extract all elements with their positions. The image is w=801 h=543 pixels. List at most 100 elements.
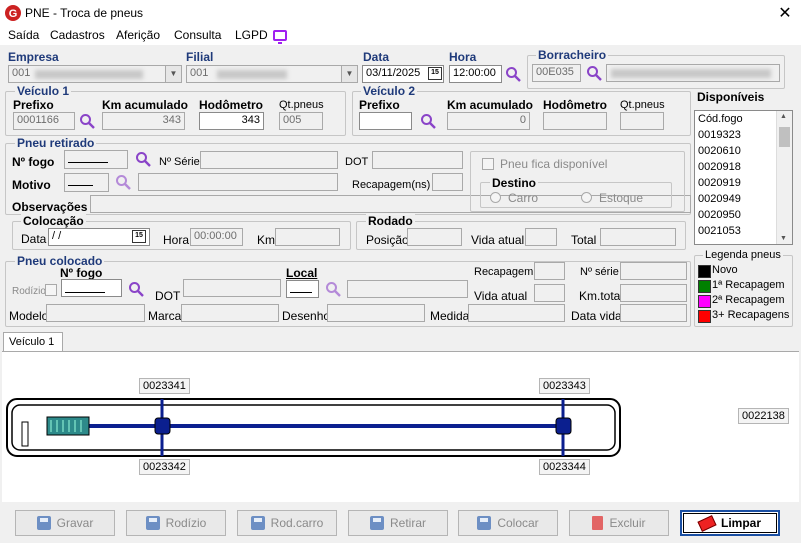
veiculo1-title: Veículo 1 [15,84,72,98]
save-icon [477,516,492,530]
menu-consulta[interactable]: Consulta [174,28,221,42]
colocado-medida-input [468,304,565,322]
veiculo2-title: Veículo 2 [361,84,418,98]
empresa-select[interactable]: 001 ▼ [8,65,182,83]
legend-label: 1ª Recapagem [712,279,785,291]
retirado-motivo-label: Motivo [12,178,51,192]
legenda-title: Legenda pneus [703,249,783,261]
tire-front-top[interactable]: 0023341 [139,378,190,394]
borracheiro-name-input[interactable] [606,64,780,82]
hora-input[interactable]: 12:00:00 [449,65,502,83]
list-item[interactable]: 0020949 [698,193,741,205]
v1-qtpneus-label: Qt.pneus [279,99,324,111]
search-icon[interactable] [128,281,144,297]
search-icon[interactable] [325,281,341,297]
search-icon[interactable] [115,174,131,190]
colocado-nserie-label: Nº série [580,266,619,278]
colocar-button[interactable]: Colocar [458,510,558,536]
colocacao-hora-input: 00:00:00 [190,228,243,246]
colocado-modelo-input [46,304,145,322]
search-icon[interactable] [420,113,436,129]
v2-prefixo-input[interactable] [359,112,412,130]
tire-front-bottom[interactable]: 0023342 [139,459,190,475]
chevron-down-icon[interactable]: ▼ [780,235,787,242]
chevron-up-icon[interactable]: ▲ [780,113,787,120]
retirado-nserie-input [200,151,338,169]
fica-disponivel-checkbox[interactable] [482,158,494,170]
retirado-motivo-input[interactable] [64,173,109,192]
scroll-thumb[interactable] [779,127,790,147]
colocado-dot-label: DOT [155,289,181,303]
v1-prefixo-input[interactable]: 0001166 [13,112,75,130]
save-icon [36,516,51,530]
menu-saida[interactable]: Saída [8,28,39,42]
tire-spare[interactable]: 0022138 [738,408,789,424]
search-icon[interactable] [79,113,95,129]
list-scrollbar[interactable]: ▲ ▼ [776,111,792,244]
calendar-icon[interactable]: 15 [132,230,146,243]
chevron-down-icon[interactable]: ▼ [341,66,357,82]
v2-km-input: 0 [447,112,530,130]
colocado-desenho-input [327,304,425,322]
colocado-vida-input [534,284,565,302]
disponiveis-list[interactable]: Cód.fogo 0019323 0020610 0020918 0020919… [694,110,793,245]
legend-swatch [698,265,711,278]
window-title: PNE - Troca de pneus [25,6,144,20]
borracheiro-code-input[interactable]: 00E035 [532,64,581,82]
menu-lgpd[interactable]: LGPD [235,28,268,42]
gravar-button[interactable]: Gravar [15,510,115,536]
retirar-button[interactable]: Retirar [348,510,448,536]
legend-swatch [698,310,711,323]
colocado-local-label: Local [286,266,318,280]
colocado-datavida-input [620,304,687,322]
search-icon[interactable] [135,151,151,167]
rod-carro-button[interactable]: Rod.carro [237,510,337,536]
data-label: Data [363,50,390,64]
tab-veiculo1[interactable]: Veículo 1 [3,332,63,352]
save-icon [145,516,160,530]
colocado-nfogo-input[interactable] [61,279,122,297]
monitor-icon[interactable] [273,30,287,44]
list-item[interactable]: 0020950 [698,209,741,221]
menu-afericao[interactable]: Aferição [116,28,160,42]
colocacao-title: Colocação [21,214,86,228]
search-icon[interactable] [505,66,521,82]
rodizio-checkbox[interactable] [45,284,57,296]
colocado-modelo-label: Modelo [9,309,49,323]
filial-select[interactable]: 001 ▼ [186,65,358,83]
estoque-radio[interactable] [581,192,592,203]
carro-radio[interactable] [490,192,501,203]
list-item[interactable]: 0019323 [698,129,741,141]
colocado-desenho-label: Desenho [282,309,331,323]
legend-label: 2ª Recapagem [712,294,785,306]
excluir-button[interactable]: Excluir [569,510,669,536]
search-icon[interactable] [586,65,602,81]
limpar-button[interactable]: Limpar [680,510,780,536]
list-item[interactable]: 0020919 [698,177,741,189]
list-item[interactable]: 0021053 [698,225,741,237]
list-header: Cód.fogo [698,113,743,125]
menu-cadastros[interactable]: Cadastros [50,28,105,42]
retirado-recap-input [432,173,463,191]
retirado-dot-input [372,151,463,169]
tire-rear-bottom[interactable]: 0023344 [539,459,590,475]
filial-label: Filial [186,50,214,64]
legend-swatch [698,280,711,293]
colocado-marca-label: Marca [148,309,182,323]
legend-swatch [698,295,711,308]
list-item[interactable]: 0020610 [698,145,741,157]
chevron-down-icon[interactable]: ▼ [165,66,181,82]
trash-icon [592,516,604,530]
v1-hodometro-input[interactable]: 343 [199,112,264,130]
calendar-icon[interactable]: 15 [428,67,442,80]
legend-label: 3+ Recapagens [712,309,790,321]
colocado-datavida-label: Data vida [571,309,622,323]
close-icon[interactable]: ✕ [776,3,794,23]
rodado-total-input [600,228,676,246]
list-item[interactable]: 0020918 [698,161,741,173]
eraser-icon [697,514,717,532]
rodizio-button[interactable]: Rodízio [126,510,226,536]
tire-rear-top[interactable]: 0023343 [539,378,590,394]
colocado-local-input[interactable] [286,280,319,298]
borracheiro-label: Borracheiro [536,48,609,62]
